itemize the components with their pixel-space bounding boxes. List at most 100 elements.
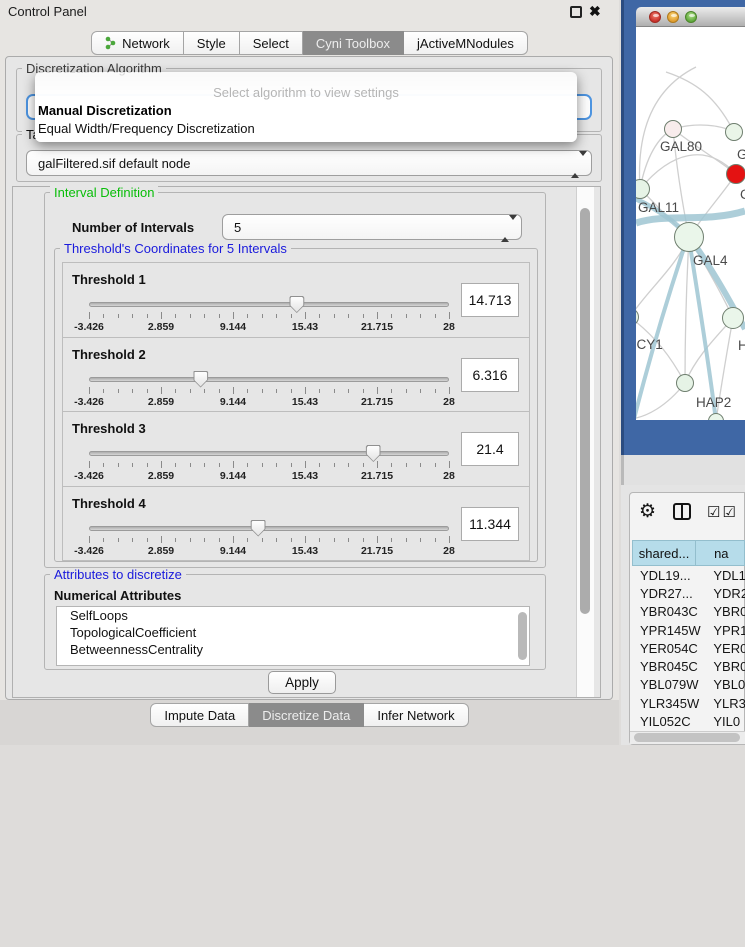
combo-arrows-icon <box>571 156 580 171</box>
slider-thumb[interactable] <box>289 296 304 313</box>
cell-shared-name[interactable]: YPR145W <box>632 623 709 638</box>
table-row[interactable]: YLR345WYLR3 <box>632 694 745 712</box>
cell-shared-name[interactable]: YER054C <box>632 641 709 656</box>
cell-shared-name[interactable]: YDR27... <box>632 586 709 601</box>
cell-name[interactable]: YBR0 <box>709 604 745 619</box>
slider-thumb[interactable] <box>193 371 208 388</box>
slider-thumb[interactable] <box>251 520 266 537</box>
column-header-name[interactable]: na <box>696 540 745 566</box>
attribute-list-item[interactable]: TopologicalCoefficient <box>57 624 529 641</box>
table-header-row: shared... na <box>632 540 745 566</box>
node-red[interactable] <box>726 164 745 184</box>
threshold-2-label: Threshold 2 <box>72 347 146 362</box>
number-of-intervals-label: Number of Intervals <box>72 220 194 235</box>
attribute-list-item[interactable]: BetweennessCentrality <box>57 641 529 658</box>
thresholds-group-title: Threshold's Coordinates for 5 Intervals <box>60 242 291 255</box>
top-tab-bar: Network Style Select Cyni Toolbox jActiv… <box>0 31 619 55</box>
cell-name[interactable]: YDR2 <box>709 586 745 601</box>
table-row[interactable]: YIL052CYIL0 <box>632 712 745 730</box>
table-row[interactable]: YBR043CYBR0 <box>632 603 745 621</box>
column-split-icon[interactable] <box>673 503 691 520</box>
tab-infer-network[interactable]: Infer Network <box>364 703 468 727</box>
apply-button[interactable]: Apply <box>268 671 336 694</box>
column-header-shared[interactable]: shared... <box>632 540 696 566</box>
node-attribute-table: shared... na YDL19...YDL1YDR27...YDR2YBR… <box>632 540 745 732</box>
cell-name[interactable]: YLR3 <box>709 696 745 711</box>
close-icon[interactable]: ✖ <box>589 3 601 20</box>
node-label: GAL80 <box>660 139 702 154</box>
cell-shared-name[interactable]: YBL079W <box>632 677 709 692</box>
mac-zoom-icon[interactable] <box>685 11 697 23</box>
table-row[interactable]: YER054CYER0 <box>632 639 745 657</box>
tab-discretize-data[interactable]: Discretize Data <box>249 703 364 727</box>
tab-select[interactable]: Select <box>240 31 303 55</box>
table-row[interactable]: YPR145WYPR1 <box>632 621 745 639</box>
checkbox-filter-icons[interactable]: ☑☑ <box>707 503 738 521</box>
threshold-3-slider[interactable]: -3.4262.8599.14415.4321.71528 <box>89 445 449 481</box>
threshold-1-value-field[interactable]: 14.713 <box>461 283 519 317</box>
threshold-3-label: Threshold 3 <box>72 421 146 436</box>
numerical-attributes-list[interactable]: SelfLoopsTopologicalCoefficientBetweenne… <box>56 606 530 666</box>
threshold-2-value-field[interactable]: 6.316 <box>461 358 519 392</box>
network-canvas[interactable]: GAL80GACGAL11GAL4GCY1HHAP2 <box>636 27 745 420</box>
tab-cyni-toolbox[interactable]: Cyni Toolbox <box>303 31 404 55</box>
cell-name[interactable]: YPR1 <box>709 623 745 638</box>
dropdown-placeholder-item[interactable]: Select algorithm to view settings <box>35 85 577 100</box>
threshold-4-card: Threshold 4 -3.4262.8599.14415.4321.7152… <box>62 486 530 562</box>
float-window-icon[interactable] <box>570 6 582 18</box>
mac-close-icon[interactable] <box>649 11 661 23</box>
node-h[interactable] <box>722 307 744 329</box>
table-data-select[interactable]: galFiltered.sif default node <box>26 150 592 176</box>
cell-name[interactable]: YER0 <box>709 641 745 656</box>
node-label: H <box>738 338 745 353</box>
cell-name[interactable]: YDL1 <box>709 568 745 583</box>
attributes-scrollbar-thumb[interactable] <box>518 612 527 660</box>
node-top-right[interactable] <box>725 123 743 141</box>
threshold-2-card: Threshold 2 -3.4262.8599.14415.4321.7152… <box>62 337 530 413</box>
node-hap2[interactable] <box>676 374 694 392</box>
cell-shared-name[interactable]: YLR345W <box>632 696 709 711</box>
mac-minimize-icon[interactable] <box>667 11 679 23</box>
threshold-4-slider[interactable]: -3.4262.8599.14415.4321.71528 <box>89 520 449 556</box>
table-row[interactable]: YDR27...YDR2 <box>632 584 745 602</box>
threshold-4-value-field[interactable]: 11.344 <box>461 507 519 541</box>
tab-impute-data[interactable]: Impute Data <box>150 703 249 727</box>
node-pink[interactable] <box>664 120 682 138</box>
node-label: GCY1 <box>636 337 663 352</box>
tab-style[interactable]: Style <box>184 31 240 55</box>
threshold-2-slider[interactable]: -3.4262.8599.14415.4321.71528 <box>89 371 449 407</box>
table-row[interactable]: YBR045CYBR0 <box>632 657 745 675</box>
network-icon <box>105 36 117 50</box>
cell-shared-name[interactable]: YBR043C <box>632 604 709 619</box>
cell-shared-name[interactable]: YDL19... <box>632 568 709 583</box>
table-row[interactable]: YBL079WYBL0 <box>632 676 745 694</box>
dropdown-item-equal-width-frequency[interactable]: Equal Width/Frequency Discretization <box>38 121 255 136</box>
tab-network[interactable]: Network <box>91 31 184 55</box>
cell-shared-name[interactable]: YBR045C <box>632 659 709 674</box>
cell-name[interactable]: YIL0 <box>709 714 745 729</box>
table-row[interactable]: YDL19...YDL1 <box>632 566 745 584</box>
slider-thumb[interactable] <box>366 445 381 462</box>
node-gal4[interactable] <box>674 222 704 252</box>
horizontal-scrollbar-thumb[interactable] <box>634 733 740 742</box>
threshold-3-value-field[interactable]: 21.4 <box>461 432 519 466</box>
network-window-titlebar <box>636 7 745 27</box>
threshold-1-slider[interactable]: -3.4262.8599.14415.4321.71528 <box>89 296 449 332</box>
numerical-attributes-label: Numerical Attributes <box>54 588 181 603</box>
vertical-scrollbar-thumb[interactable] <box>580 208 590 614</box>
control-panel-window: Control Panel ✖ Network Style Select Cyn… <box>0 0 619 745</box>
number-of-intervals-select[interactable]: 5 <box>222 214 522 240</box>
cell-name[interactable]: YBL0 <box>709 677 745 692</box>
node-label: GA <box>737 147 745 162</box>
panel-title: Control Panel <box>8 4 87 19</box>
cell-name[interactable]: YBR0 <box>709 659 745 674</box>
node-label: HAP2 <box>696 395 731 410</box>
gear-icon[interactable]: ⚙ <box>639 500 656 523</box>
tab-jactivemnodules[interactable]: jActiveMNodules <box>404 31 528 55</box>
cell-shared-name[interactable]: YIL052C <box>632 714 709 729</box>
attribute-list-item[interactable]: SelfLoops <box>57 607 529 624</box>
dropdown-item-manual-discretization[interactable]: Manual Discretization <box>38 103 172 118</box>
bottom-tab-bar: Impute Data Discretize Data Infer Networ… <box>0 703 619 727</box>
control-panel-titlebar: Control Panel ✖ <box>0 0 619 24</box>
threshold-1-card: Threshold 1 -3.4262.8599.14415.4321.7152… <box>62 262 530 338</box>
